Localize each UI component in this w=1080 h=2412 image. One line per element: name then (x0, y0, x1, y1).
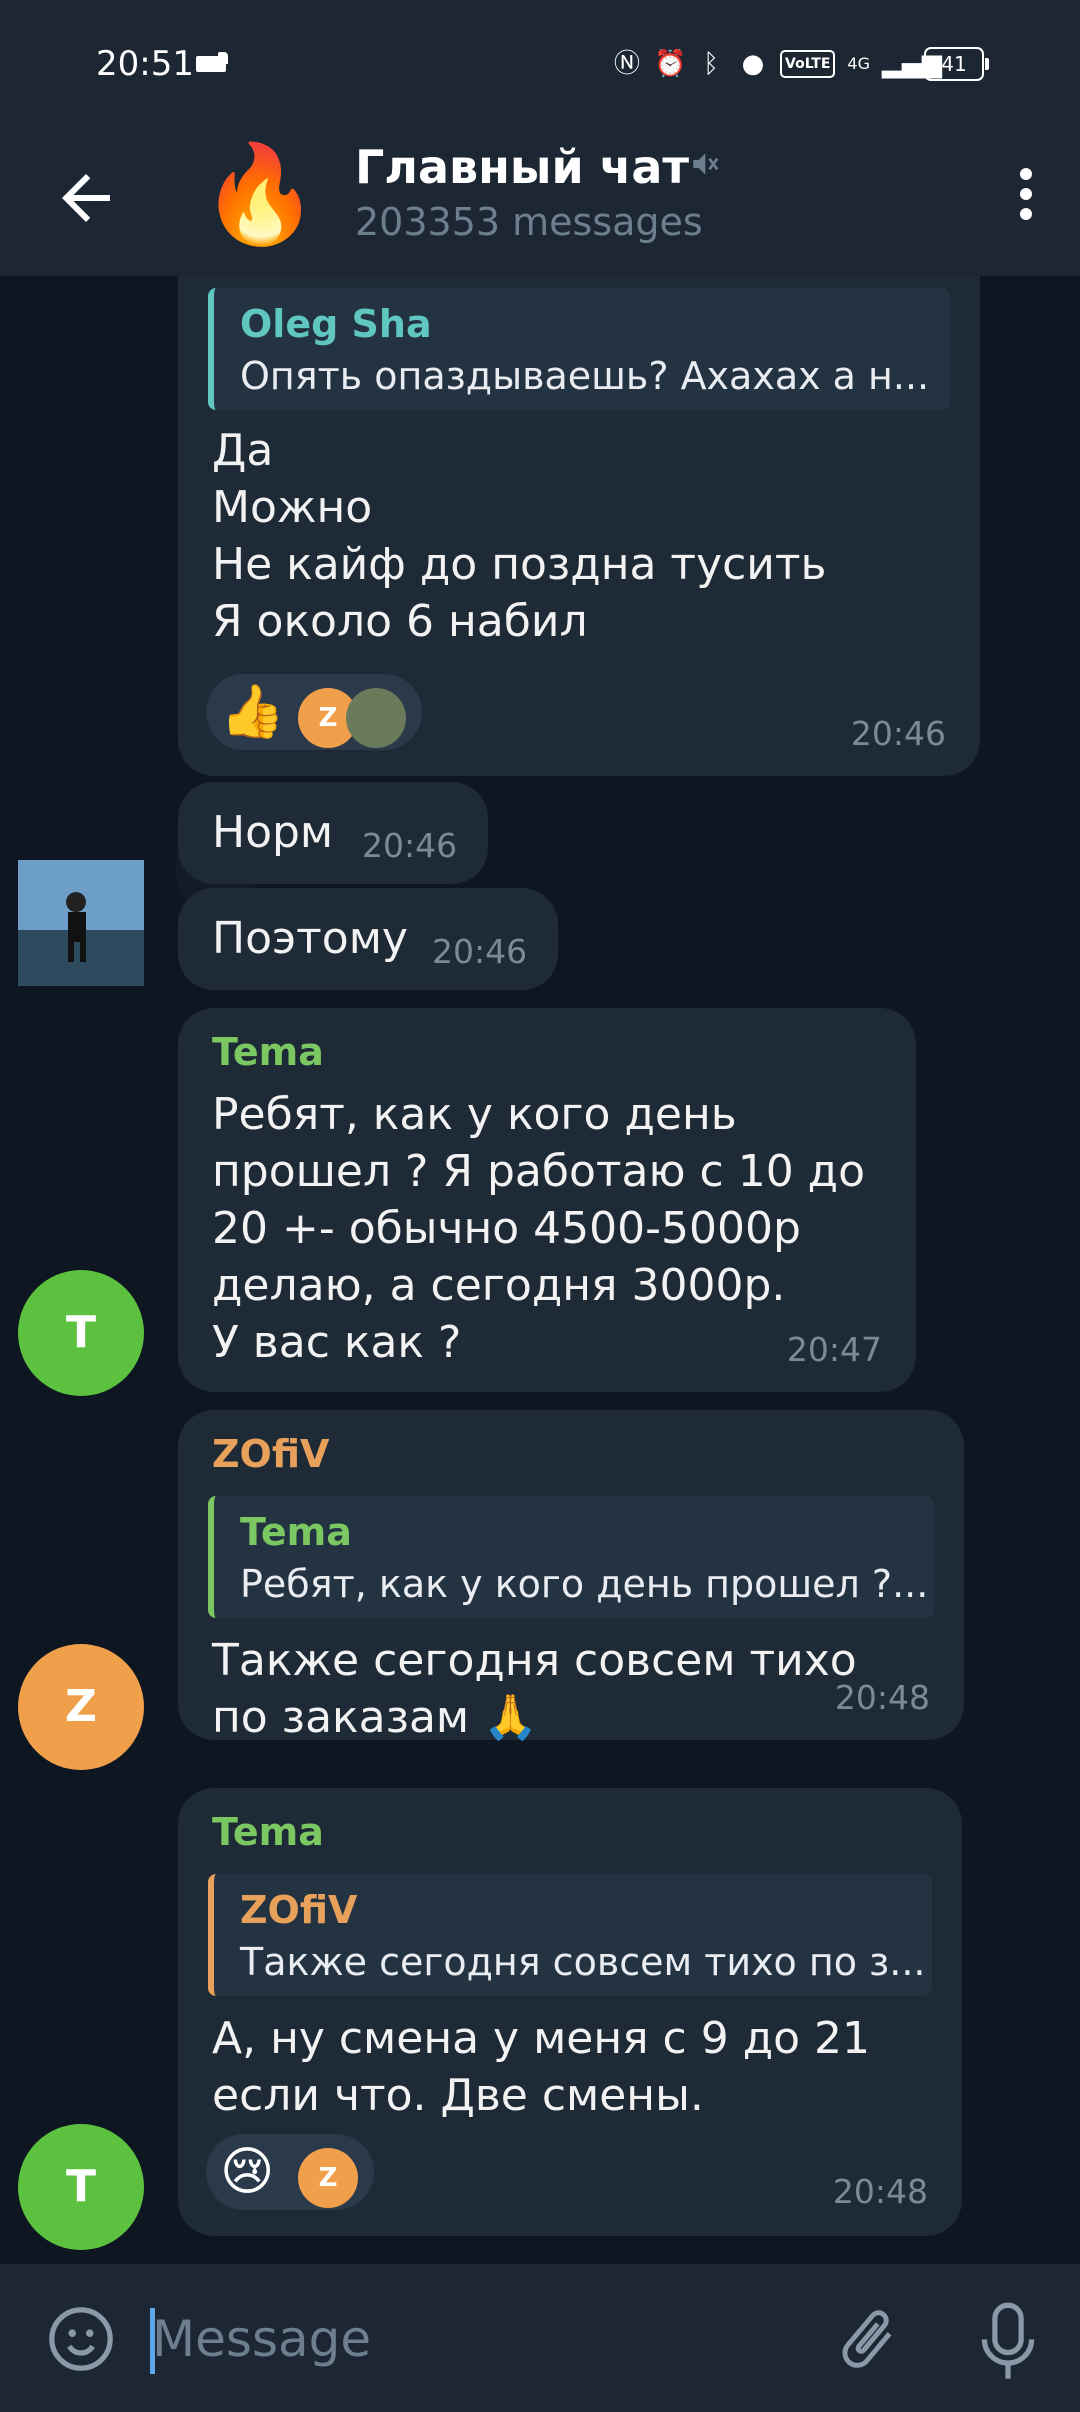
network-type: 4G (847, 54, 870, 73)
user-avatar[interactable]: T (18, 2124, 144, 2250)
message-text: А, ну смена у меня с 9 до 21 если что. Д… (212, 2013, 871, 2121)
reply-quote[interactable]: Tema Ребят, как у кого день прошел ?... (208, 1496, 934, 1618)
quote-text: Опять опаздываешь? Ахахах а н... (240, 354, 930, 398)
reaction-user-avatar (346, 688, 406, 748)
message-text: Также сегодня совсем тихо по заказам 🙏 (212, 1635, 857, 1743)
chat-header: 🔥 Главный чат 203353 messages (0, 120, 1080, 276)
reaction-chip[interactable]: 👍 Z (206, 674, 422, 750)
chat-title[interactable]: Главный чат (355, 140, 689, 194)
message-input-bar: Message (0, 2264, 1080, 2412)
status-time: 20:51 (96, 44, 194, 84)
message-bubble[interactable]: Tema ZOfiV Также сегодня совсем тихо по … (178, 1788, 962, 2236)
bluetooth-icon: ᛒ (703, 49, 719, 79)
back-arrow-icon[interactable] (50, 162, 122, 234)
chat-messages[interactable]: Oleg Sha Опять опаздываешь? Ахахах а н..… (0, 276, 1080, 2260)
message-sender[interactable]: Tema (212, 1810, 324, 1854)
message-sender[interactable]: Tema (212, 1030, 324, 1074)
signal-icon: ▂▄▆ (882, 49, 942, 79)
user-avatar[interactable]: T (18, 1270, 144, 1396)
message-count: 203353 messages (355, 200, 703, 244)
more-options-icon[interactable] (996, 160, 1056, 240)
muted-icon (693, 153, 719, 175)
message-bubble[interactable]: Tema Ребят, как у кого день прошел ? Я р… (178, 1008, 916, 1392)
message-bubble[interactable]: Oleg Sha Опять опаздываешь? Ахахах а н..… (178, 276, 980, 776)
quote-text: Ребят, как у кого день прошел ?... (240, 1562, 929, 1606)
reaction-user-avatar: Z (298, 2148, 358, 2208)
emoji-icon[interactable] (46, 2304, 116, 2374)
microphone-icon[interactable] (976, 2300, 1040, 2384)
quote-text: Также сегодня совсем тихо по з... (240, 1940, 926, 1984)
message-text: Норм (212, 807, 334, 858)
message-bubble[interactable]: Поэтому 20:46 (178, 888, 558, 990)
message-text: Да Можно Не кайф до поздна тусить Я окол… (212, 425, 827, 647)
quote-sender: Oleg Sha (240, 302, 432, 346)
message-time: 20:47 (786, 1330, 882, 1369)
message-time: 20:48 (834, 1678, 930, 1717)
volte-badge: VoLTE (780, 50, 836, 78)
reaction-chip[interactable]: 😢 Z (206, 2134, 374, 2210)
attach-icon[interactable] (830, 2302, 904, 2376)
message-input[interactable]: Message (152, 2310, 371, 2368)
delivery-icon (196, 52, 228, 72)
user-avatar[interactable]: Z (18, 1644, 144, 1770)
message-time: 20:48 (832, 2172, 928, 2211)
location-icon: ● (741, 49, 765, 79)
quote-sender: Tema (240, 1510, 352, 1554)
battery-icon: 41 (924, 47, 989, 81)
message-time: 20:46 (850, 714, 946, 753)
reply-quote[interactable]: Oleg Sha Опять опаздываешь? Ахахах а н..… (208, 288, 950, 410)
user-avatar[interactable] (18, 860, 144, 986)
reply-quote[interactable]: ZOfiV Также сегодня совсем тихо по з... (208, 1874, 932, 1996)
thumbs-up-icon: 👍 (220, 682, 285, 742)
message-bubble[interactable]: ZOfiV Tema Ребят, как у кого день прошел… (178, 1410, 964, 1743)
message-text: Ребят, как у кого день прошел ? Я работа… (212, 1089, 866, 1368)
message-text: Поэтому (212, 913, 408, 964)
message-time: 20:46 (432, 932, 528, 971)
message-time: 20:46 (362, 826, 458, 865)
status-bar: 20:51 Ⓝ ⏰ ᛒ ● VoLTE 4G ▂▄▆ 41 (0, 0, 1080, 120)
message-bubble[interactable]: Норм 20:46 (178, 782, 488, 884)
crying-face-icon: 😢 (220, 2142, 275, 2202)
profile-photo-icon (18, 860, 144, 986)
chat-avatar[interactable]: 🔥 (200, 134, 320, 254)
system-icons: Ⓝ ⏰ ᛒ ● VoLTE 4G ▂▄▆ 41 (612, 46, 989, 82)
alarm-icon: ⏰ (654, 49, 687, 79)
quote-sender: ZOfiV (240, 1888, 358, 1932)
message-sender[interactable]: ZOfiV (212, 1432, 329, 1476)
nfc-icon: Ⓝ (614, 49, 641, 79)
